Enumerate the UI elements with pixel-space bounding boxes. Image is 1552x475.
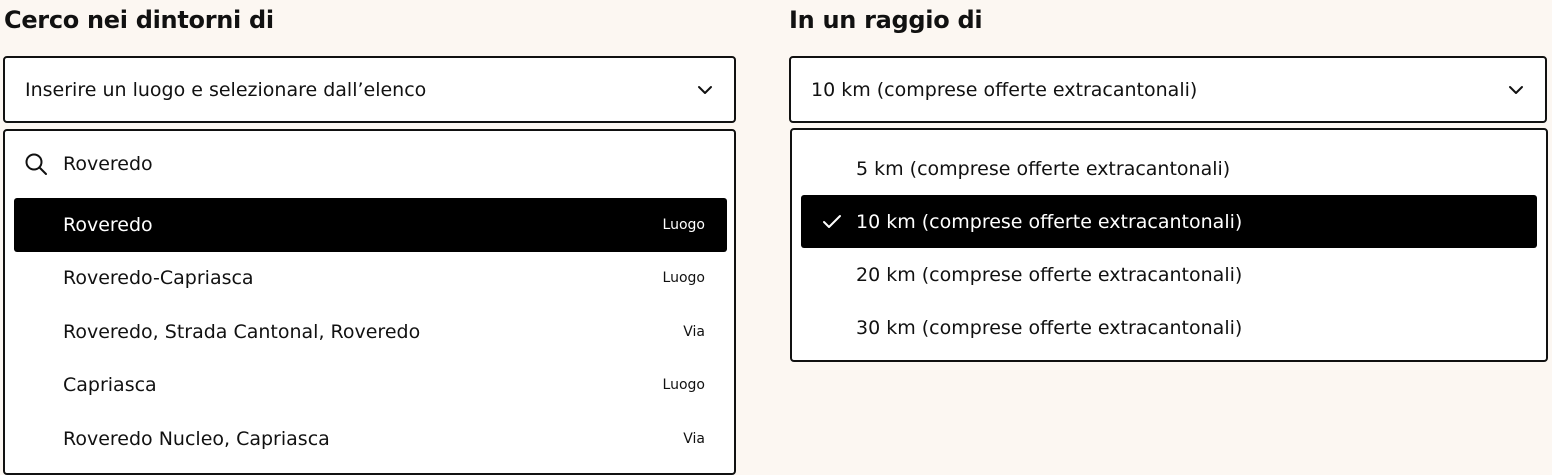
location-suggestion-type: Via — [683, 323, 705, 340]
location-suggestion-item[interactable]: Roveredo Nucleo, Capriasca Via — [14, 412, 727, 466]
location-panel-title: Cerco nei dintorni di — [4, 6, 274, 34]
radius-select[interactable]: 10 km (comprese offerte extracantonali) — [789, 56, 1547, 123]
radius-options-dropdown: 5 km (comprese offerte extracantonali) 10… — [790, 128, 1548, 362]
location-suggestion-item[interactable]: Roveredo Luogo — [14, 198, 727, 252]
radius-select-value: 10 km (comprese offerte extracantonali) — [811, 78, 1198, 101]
location-suggestion-type: Luogo — [662, 216, 705, 233]
location-suggestions-dropdown: RoveredoLuogoRoveredo-CapriascaLuogoRove… — [3, 129, 736, 475]
radius-option-item[interactable]: 20 km (comprese offerte extracantonali) — [801, 248, 1537, 301]
location-suggestion-item[interactable]: Roveredo, Strada Cantonal, Roveredo Via — [14, 305, 727, 359]
radius-option-item[interactable]: 30 km (comprese offerte extracantonali) — [801, 301, 1537, 354]
location-suggestion-type: Via — [683, 430, 705, 447]
radius-option-label: 10 km (comprese offerte extracantonali) — [856, 210, 1243, 233]
radius-option-label: 20 km (comprese offerte extracantonali) — [856, 263, 1243, 286]
location-search-input[interactable] — [63, 153, 663, 175]
radius-option-list: 5 km (comprese offerte extracantonali) 10… — [801, 142, 1537, 354]
search-icon — [23, 151, 49, 177]
checkmark-icon — [821, 211, 843, 233]
radius-option-label: 30 km (comprese offerte extracantonali) — [856, 316, 1243, 339]
location-suggestion-label: Roveredo, Strada Cantonal, Roveredo — [63, 320, 421, 343]
radius-option-item[interactable]: 5 km (comprese offerte extracantonali) — [801, 142, 1537, 195]
location-suggestion-list: Roveredo Luogo Roveredo-Capriasca Luogo Rove… — [14, 198, 727, 466]
location-select[interactable]: Inserire un luogo e selezionare dall’ele… — [3, 56, 736, 123]
location-suggestion-item[interactable]: Capriasca Luogo — [14, 359, 727, 413]
location-search-row — [5, 131, 734, 197]
location-select-placeholder: Inserire un luogo e selezionare dall’ele… — [25, 78, 427, 101]
location-suggestion-label: Roveredo — [63, 213, 153, 236]
chevron-down-icon — [690, 75, 720, 105]
location-suggestion-label: Roveredo-Capriasca — [63, 267, 254, 290]
chevron-down-icon — [1501, 75, 1531, 105]
location-suggestion-type: Luogo — [662, 377, 705, 394]
radius-option-item[interactable]: 10 km (comprese offerte extracantonali) — [801, 195, 1537, 248]
location-suggestion-item[interactable]: Roveredo-Capriasca Luogo — [14, 252, 727, 306]
location-suggestion-type: Luogo — [662, 270, 705, 287]
radius-option-label: 5 km (comprese offerte extracantonali) — [856, 157, 1231, 180]
radius-panel-title: In un raggio di — [789, 6, 983, 34]
location-suggestion-label: Capriasca — [63, 374, 157, 397]
location-suggestion-label: Roveredo Nucleo, Capriasca — [63, 427, 330, 450]
